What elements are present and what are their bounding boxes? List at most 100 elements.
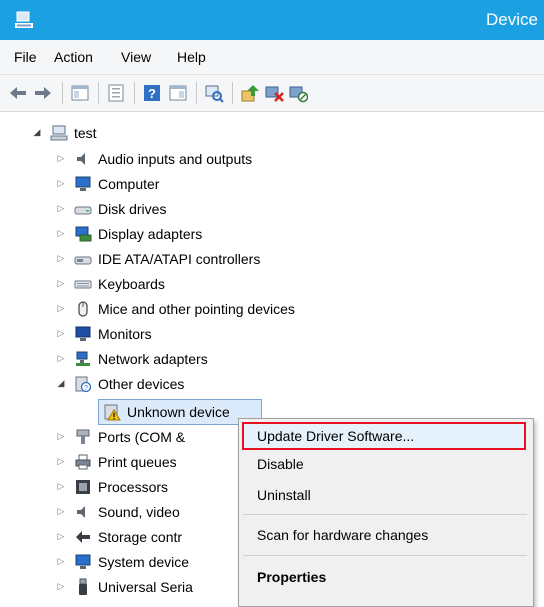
tree-item-audio[interactable]: ▷ Audio inputs and outputs bbox=[56, 146, 253, 171]
scan-hardware-menu-item[interactable]: Scan for hardware changes bbox=[257, 527, 428, 543]
tree-item-ports[interactable]: ▷ Ports (COM & bbox=[56, 424, 186, 449]
expand-arrow-icon[interactable]: ▷ bbox=[56, 253, 66, 264]
collapse-arrow-icon[interactable]: ◢ bbox=[32, 127, 42, 138]
properties-menu-item[interactable]: Properties bbox=[257, 569, 326, 585]
uninstall-menu-item[interactable]: Uninstall bbox=[257, 487, 311, 503]
menu-separator bbox=[243, 514, 527, 515]
show-hide-console-tree-icon[interactable] bbox=[70, 83, 90, 103]
menu-separator bbox=[243, 555, 527, 556]
tree-item-label: Other devices bbox=[98, 375, 185, 392]
expand-arrow-icon[interactable]: ▷ bbox=[56, 228, 66, 239]
tree-item-other-devices[interactable]: ◢ ? Other devices bbox=[56, 371, 184, 396]
computer-icon bbox=[75, 176, 91, 191]
tree-root-label: test bbox=[74, 124, 97, 141]
storage-icon bbox=[76, 530, 90, 543]
expand-arrow-icon[interactable]: ▷ bbox=[56, 556, 66, 567]
tree-item-monitors[interactable]: ▷ Monitors bbox=[56, 321, 152, 346]
help-icon[interactable]: ? bbox=[142, 83, 162, 103]
other-devices-icon: ? bbox=[75, 376, 92, 392]
warning-device-icon bbox=[104, 404, 121, 420]
menu-help[interactable]: Help bbox=[177, 49, 206, 65]
mouse-icon bbox=[78, 300, 88, 317]
tree-item-unknown-device[interactable]: Unknown device bbox=[103, 399, 230, 424]
port-icon bbox=[76, 429, 90, 444]
menu-file[interactable]: File bbox=[14, 49, 37, 65]
tree-item-mice[interactable]: ▷ Mice and other pointing devices bbox=[56, 296, 295, 321]
expand-arrow-icon[interactable]: ▷ bbox=[56, 481, 66, 492]
tree-item-label: System device bbox=[98, 553, 190, 570]
toolbar: ? bbox=[0, 75, 544, 112]
menu-view[interactable]: View bbox=[121, 49, 151, 65]
tree-item-display-adapters[interactable]: ▷ Display adapters bbox=[56, 221, 203, 246]
processor-icon bbox=[76, 479, 90, 494]
tree-item-label: Sound, video bbox=[98, 503, 180, 520]
expand-arrow-icon[interactable]: ▷ bbox=[56, 353, 66, 364]
disable-menu-item[interactable]: Disable bbox=[257, 456, 304, 472]
tree-item-sound-video[interactable]: ▷ Sound, video bbox=[56, 499, 180, 524]
toolbar-separator bbox=[232, 82, 233, 104]
tree-item-label: Ports (COM & bbox=[98, 428, 186, 445]
svg-text:?: ? bbox=[84, 385, 88, 392]
tree-item-label: Network adapters bbox=[98, 350, 208, 367]
uninstall-device-icon[interactable] bbox=[264, 83, 284, 103]
tree-item-label: Keyboards bbox=[98, 275, 165, 292]
tree-item-label: Mice and other pointing devices bbox=[98, 300, 295, 317]
system-device-icon bbox=[75, 554, 91, 569]
menu-action[interactable]: Action bbox=[54, 49, 93, 65]
tree-item-ide[interactable]: ▷ IDE ATA/ATAPI controllers bbox=[56, 246, 261, 271]
expand-arrow-icon[interactable]: ▷ bbox=[56, 581, 66, 592]
expand-arrow-icon[interactable]: ▷ bbox=[56, 456, 66, 467]
menu-bar: File Action View Help bbox=[0, 40, 544, 75]
tree-item-disk-drives[interactable]: ▷ Disk drives bbox=[56, 196, 167, 221]
disk-drive-icon bbox=[74, 206, 92, 214]
collapse-arrow-icon[interactable]: ◢ bbox=[56, 378, 66, 389]
tree-item-usb[interactable]: ▷ Universal Seria bbox=[56, 574, 193, 599]
tree-item-label: Computer bbox=[98, 175, 160, 192]
monitor-icon bbox=[75, 326, 91, 341]
title-bar: Device bbox=[0, 0, 544, 40]
expand-arrow-icon[interactable]: ▷ bbox=[56, 203, 66, 214]
toolbar-separator bbox=[196, 82, 197, 104]
tree-item-label: Monitors bbox=[98, 325, 152, 342]
svg-text:?: ? bbox=[148, 86, 156, 101]
window-title: Device bbox=[486, 10, 538, 29]
tree-item-label: Storage contr bbox=[98, 528, 183, 545]
tree-item-computer[interactable]: ▷ Computer bbox=[56, 171, 160, 196]
expand-arrow-icon[interactable]: ▷ bbox=[56, 178, 66, 189]
tree-item-label: Audio inputs and outputs bbox=[98, 150, 253, 167]
tree-item-label: Print queues bbox=[98, 453, 177, 470]
scan-hardware-icon[interactable] bbox=[204, 83, 224, 103]
toolbar-separator bbox=[134, 82, 135, 104]
expand-arrow-icon[interactable]: ▷ bbox=[56, 506, 66, 517]
action-pane-icon[interactable] bbox=[168, 83, 188, 103]
back-arrow-icon[interactable] bbox=[8, 83, 28, 103]
expand-arrow-icon[interactable]: ▷ bbox=[56, 303, 66, 314]
device-manager-icon bbox=[15, 11, 33, 28]
expand-arrow-icon[interactable]: ▷ bbox=[56, 531, 66, 542]
expand-arrow-icon[interactable]: ▷ bbox=[56, 278, 66, 289]
update-driver-icon[interactable] bbox=[240, 83, 260, 103]
tree-item-label: Processors bbox=[98, 478, 169, 495]
expand-arrow-icon[interactable]: ▷ bbox=[56, 431, 66, 442]
disable-device-icon[interactable] bbox=[288, 83, 308, 103]
properties-icon[interactable] bbox=[106, 83, 126, 103]
tree-item-label: IDE ATA/ATAPI controllers bbox=[98, 250, 261, 267]
tree-item-label: Universal Seria bbox=[98, 578, 193, 595]
tree-item-processors[interactable]: ▷ Processors bbox=[56, 474, 169, 499]
tree-item-label: Display adapters bbox=[98, 225, 203, 242]
expand-arrow-icon[interactable]: ▷ bbox=[56, 153, 66, 164]
context-menu: Update Driver Software... Disable Uninst… bbox=[238, 418, 534, 607]
tree-item-storage[interactable]: ▷ Storage contr bbox=[56, 524, 183, 549]
tree-item-system-devices[interactable]: ▷ System device bbox=[56, 549, 190, 574]
forward-arrow-icon[interactable] bbox=[33, 83, 53, 103]
expand-arrow-icon[interactable]: ▷ bbox=[56, 328, 66, 339]
usb-icon bbox=[79, 578, 87, 595]
computer-root-icon bbox=[50, 125, 68, 140]
update-driver-menu-item[interactable]: Update Driver Software... bbox=[257, 428, 414, 444]
speaker-icon bbox=[77, 505, 85, 518]
tree-item-print-queues[interactable]: ▷ Print queues bbox=[56, 449, 177, 474]
tree-item-network[interactable]: ▷ Network adapters bbox=[56, 346, 208, 371]
tree-root[interactable]: ◢ test bbox=[32, 120, 97, 145]
network-adapter-icon bbox=[76, 351, 90, 366]
tree-item-keyboards[interactable]: ▷ Keyboards bbox=[56, 271, 165, 296]
